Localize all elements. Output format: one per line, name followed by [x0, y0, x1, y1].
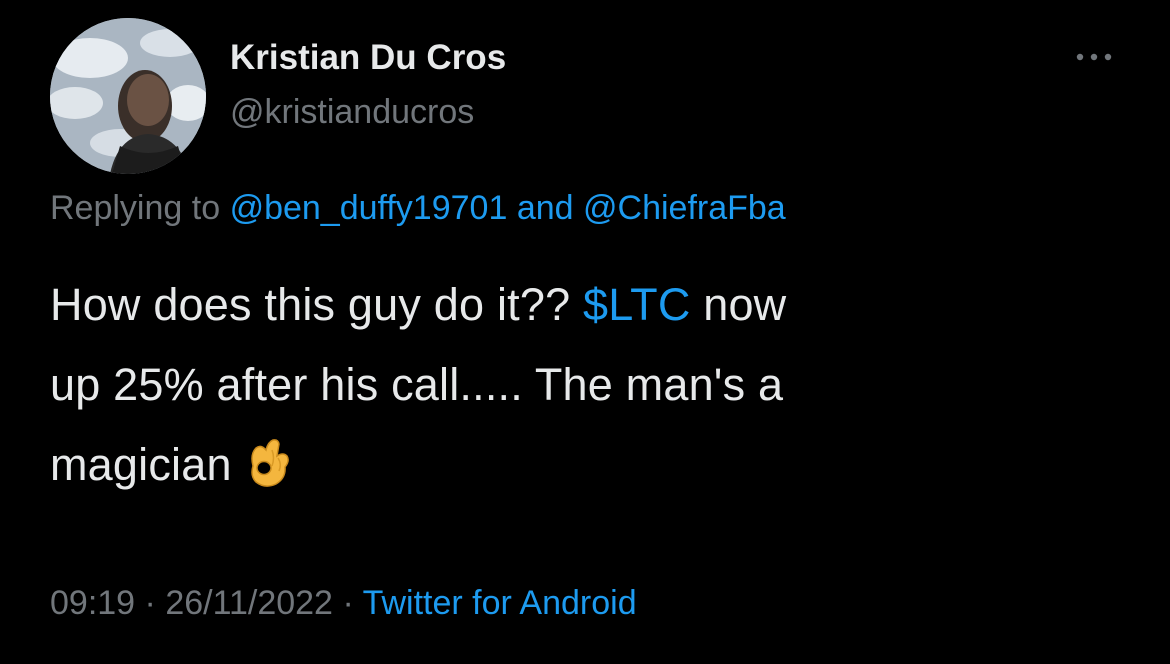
avatar-photo [50, 18, 206, 174]
tweet-line-3: magician [50, 425, 1110, 513]
tweet-source-link[interactable]: Twitter for Android [363, 584, 637, 622]
cashtag-link[interactable]: $LTC [583, 279, 691, 330]
tweet-date[interactable]: 26/11/2022 [165, 584, 333, 622]
meta-separator: · [342, 584, 354, 622]
tweet-text: How does this guy do it?? $LTC now up 25… [50, 265, 1110, 513]
reply-joiner: and [516, 189, 574, 227]
reply-context: Replying to @ben_duffy19701 and @Chiefra… [50, 189, 786, 228]
reply-mention-2[interactable]: @ChiefraFba [583, 189, 786, 227]
meta-separator: · [144, 584, 156, 622]
more-options-button[interactable] [1070, 42, 1118, 72]
ok-hand-emoji-icon [242, 433, 292, 513]
tweet-card: Kristian Du Cros @kristianducros Replyin… [0, 0, 1170, 664]
more-horizontal-icon [1076, 53, 1112, 61]
avatar[interactable] [50, 18, 206, 174]
reply-mention-1[interactable]: @ben_duffy19701 [230, 189, 508, 227]
reply-prefix: Replying to [50, 189, 221, 227]
tweet-text-part: now [703, 279, 787, 330]
tweet-meta: 09:19 · 26/11/2022 · Twitter for Android [50, 584, 637, 623]
tweet-text-part: magician [50, 439, 232, 490]
author-handle[interactable]: @kristianducros [230, 93, 474, 132]
author-display-name[interactable]: Kristian Du Cros [230, 38, 506, 78]
tweet-line-1: How does this guy do it?? $LTC now [50, 265, 1110, 345]
tweet-text-part: How does this guy do it?? [50, 279, 571, 330]
tweet-time[interactable]: 09:19 [50, 584, 135, 622]
tweet-line-2: up 25% after his call..... The man's a [50, 359, 784, 410]
